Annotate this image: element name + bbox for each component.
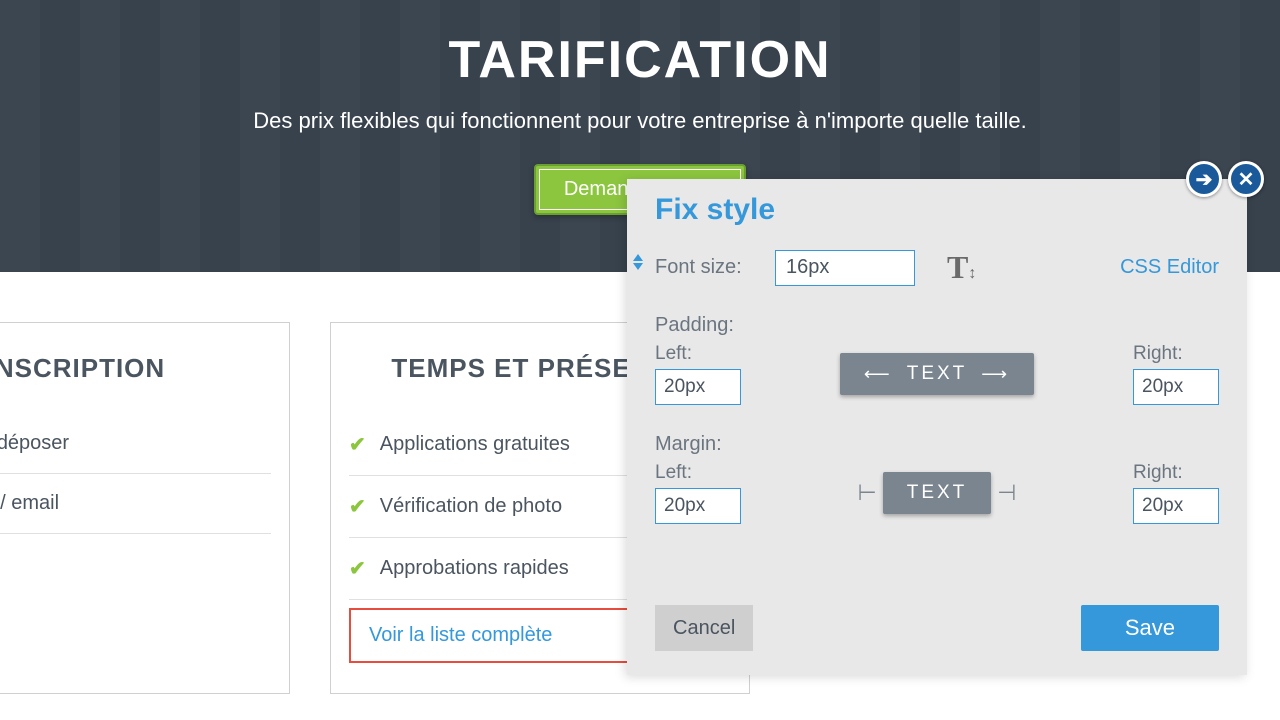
- text-size-icon: T↕: [947, 249, 976, 286]
- feature-item: èles faciles: [0, 534, 271, 593]
- arrow-left-icon: ⟵: [864, 364, 893, 385]
- margin-left-label: Left:: [655, 462, 741, 484]
- padding-right-label: Right:: [1133, 343, 1219, 365]
- feature-item: ier par SMS / email: [0, 474, 271, 534]
- arrow-right-circle-icon: ➔: [1196, 167, 1213, 192]
- font-size-label: Font size:: [655, 256, 755, 279]
- margin-bracket-left-icon: ⊢: [858, 480, 877, 506]
- save-button[interactable]: Save: [1081, 605, 1219, 651]
- check-icon: ✔: [349, 556, 366, 581]
- margin-bracket-right-icon: ⊣: [997, 480, 1016, 506]
- margin-label: Margin:: [655, 433, 1219, 456]
- card-inscription: NSCRIPTION face glisser-déposer ier par …: [0, 322, 290, 694]
- spinner-up-icon[interactable]: [633, 254, 643, 261]
- fix-style-panel: Fix style Font size: T↕ CSS Editor Paddi…: [627, 179, 1247, 675]
- css-editor-link[interactable]: CSS Editor: [1120, 256, 1219, 279]
- padding-left-input[interactable]: [655, 369, 741, 405]
- panel-controls: ➔ ✕: [1186, 161, 1264, 197]
- close-icon: ✕: [1238, 167, 1255, 192]
- margin-right-input[interactable]: [1133, 488, 1219, 524]
- margin-left-input[interactable]: [655, 488, 741, 524]
- cancel-button[interactable]: Cancel: [655, 605, 753, 651]
- font-size-spinner[interactable]: [633, 254, 651, 284]
- feature-item: face glisser-déposer: [0, 414, 271, 474]
- panel-title: Fix style: [655, 193, 1219, 227]
- spinner-down-icon[interactable]: [633, 263, 643, 270]
- page-subtitle: Des prix flexibles qui fonctionnent pour…: [0, 108, 1280, 134]
- margin-right-label: Right:: [1133, 462, 1219, 484]
- padding-preview: ⟵ TEXT ⟶: [840, 353, 1034, 395]
- page-title: TARIFICATION: [0, 30, 1280, 90]
- card-title: NSCRIPTION: [0, 353, 271, 384]
- check-icon: ✔: [349, 494, 366, 519]
- margin-preview: ⊢ TEXT ⊣: [858, 472, 1017, 514]
- next-button[interactable]: ➔: [1186, 161, 1222, 197]
- check-icon: ✔: [349, 432, 366, 457]
- padding-label: Padding:: [655, 314, 1219, 337]
- close-button[interactable]: ✕: [1228, 161, 1264, 197]
- padding-right-input[interactable]: [1133, 369, 1219, 405]
- font-size-input[interactable]: [775, 250, 915, 286]
- arrow-right-icon: ⟶: [981, 364, 1010, 385]
- padding-left-label: Left:: [655, 343, 741, 365]
